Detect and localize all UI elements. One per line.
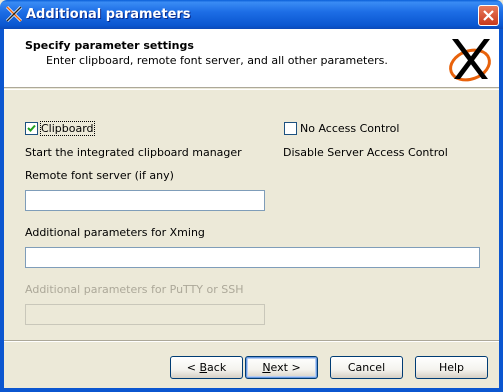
no-access-control-checkbox[interactable]	[284, 122, 297, 135]
checkmark-icon	[27, 124, 36, 132]
putty-params-label: Additional parameters for PuTTY or SSH	[25, 283, 244, 296]
no-access-control-label[interactable]: No Access Control	[300, 122, 399, 135]
xming-logo	[444, 35, 494, 83]
next-button-label: Next >	[262, 361, 301, 374]
cancel-button[interactable]: Cancel	[330, 356, 403, 379]
title-bar[interactable]: Additional parameters	[0, 0, 503, 29]
cancel-button-label: Cancel	[347, 361, 386, 374]
back-button-label: < Back	[186, 361, 227, 374]
putty-params-input	[25, 304, 265, 325]
close-icon	[483, 10, 494, 21]
clipboard-checkbox[interactable]	[25, 122, 38, 135]
next-button[interactable]: Next >	[245, 356, 318, 379]
clipboard-description: Start the integrated clipboard manager	[25, 146, 242, 159]
back-button[interactable]: < Back	[170, 356, 243, 379]
font-server-input[interactable]	[25, 190, 265, 211]
help-button-label: Help	[438, 361, 465, 374]
parameters-panel: Clipboard Start the integrated clipboard…	[4, 90, 499, 340]
xming-params-label: Additional parameters for Xming	[25, 226, 205, 239]
header-title: Specify parameter settings	[25, 39, 194, 52]
font-server-label: Remote font server (if any)	[25, 169, 174, 182]
help-button[interactable]: Help	[415, 356, 488, 379]
wizard-header: Specify parameter settings Enter clipboa…	[4, 29, 499, 88]
clipboard-label[interactable]: Clipboard	[40, 121, 95, 136]
no-access-control-description: Disable Server Access Control	[283, 146, 448, 159]
window-frame-right	[499, 29, 503, 392]
xming-icon	[5, 5, 23, 23]
header-subtitle: Enter clipboard, remote font server, and…	[46, 54, 388, 67]
footer-separator	[4, 340, 499, 342]
close-button[interactable]	[478, 5, 499, 26]
window-title: Additional parameters	[26, 7, 191, 22]
xming-params-input[interactable]	[25, 247, 480, 268]
window-frame-bottom	[0, 388, 503, 392]
